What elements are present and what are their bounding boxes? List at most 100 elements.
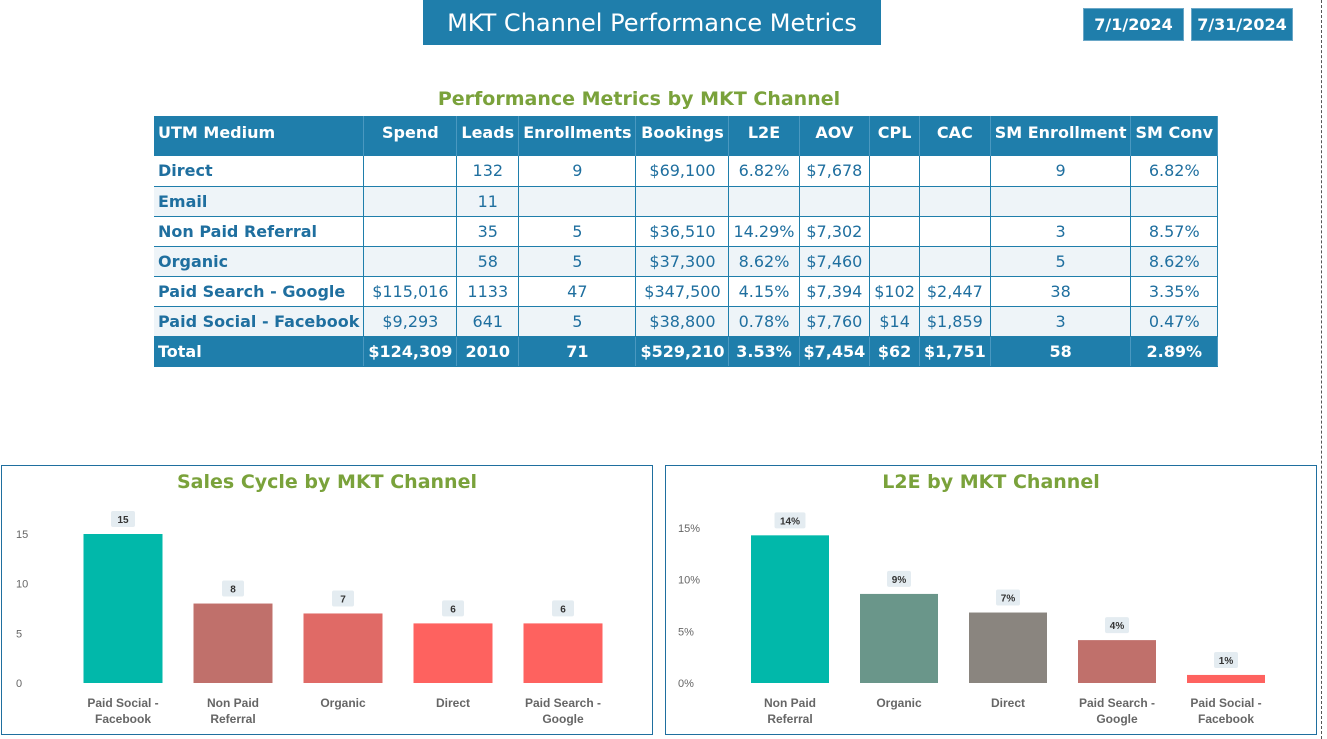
table-cell: 35: [456, 216, 520, 247]
table-cell: $38,800: [635, 306, 730, 337]
table-cell: 3: [990, 306, 1132, 337]
table-cell: 3.53%: [728, 336, 800, 367]
table-row[interactable]: Organic 58 5 $37,300 8.62% $7,460 5 8.62…: [154, 246, 1219, 277]
x-tick-label: Direct: [436, 696, 470, 710]
table-cell: 9: [990, 156, 1132, 187]
table-cell: Organic: [154, 246, 365, 277]
table-cell: 1133: [456, 276, 520, 307]
x-tick-label: Paid Search - Google: [1079, 696, 1155, 726]
x-tick-label: Non Paid Referral: [764, 696, 816, 726]
table-row[interactable]: Non Paid Referral 35 5 $36,510 14.29% $7…: [154, 216, 1219, 247]
bar: [1187, 674, 1265, 683]
x-tick-label: Paid Social - Facebook: [1190, 696, 1261, 726]
table-cell: 3.35%: [1130, 276, 1219, 307]
x-tick-label-line: Google: [1096, 712, 1138, 726]
table-cell: [363, 246, 458, 277]
x-tick-label-line: Non Paid: [207, 696, 259, 710]
table-cell: $124,309: [363, 336, 458, 367]
table-cell: $1,751: [919, 336, 991, 367]
table-row[interactable]: Paid Social - Facebook $9,293 641 5 $38,…: [154, 306, 1219, 337]
table-cell: [869, 186, 920, 217]
data-label: 7%: [1001, 594, 1016, 605]
column-header[interactable]: CAC: [919, 116, 991, 156]
bar: [969, 612, 1047, 683]
x-tick-label: Organic: [320, 696, 366, 710]
table-cell: Email: [154, 186, 365, 217]
table-cell: 8.62%: [728, 246, 800, 277]
table-cell: 8.62%: [1130, 246, 1219, 277]
bar: [860, 593, 938, 683]
metrics-table: UTM Medium Spend Leads Enrollments Booki…: [154, 116, 1219, 367]
bar: [1078, 640, 1156, 683]
bar: [193, 603, 273, 683]
table-row[interactable]: Paid Search - Google $115,016 1133 47 $3…: [154, 276, 1219, 307]
x-tick-label-line: Facebook: [1198, 712, 1254, 726]
column-header[interactable]: SM Enrollment: [990, 116, 1132, 156]
table-cell: $1,859: [919, 306, 991, 337]
table-cell: 11: [456, 186, 520, 217]
column-header[interactable]: Leads: [456, 116, 520, 156]
table-cell: 0.78%: [728, 306, 800, 337]
x-tick-label: Paid Social - Facebook: [87, 696, 158, 726]
table-cell: Non Paid Referral: [154, 216, 365, 247]
table-cell: $7,302: [799, 216, 871, 247]
table-cell: 9: [518, 156, 637, 187]
data-label: 14%: [780, 516, 800, 527]
x-tick-label-line: Organic: [876, 696, 922, 710]
sales-cycle-chart: 0 5 10 15 15 Paid Social - Facebook 8 Non Paid Re…: [16, 511, 603, 726]
table-row[interactable]: Direct 132 9 $69,100 6.82% $7,678 9 6.82…: [154, 156, 1219, 187]
table-cell: [919, 246, 991, 277]
table-cell: $7,760: [799, 306, 871, 337]
y-tick-label: 0: [16, 678, 22, 690]
column-header[interactable]: Spend: [363, 116, 458, 156]
column-header[interactable]: SM Conv: [1130, 116, 1219, 156]
bar: [303, 613, 383, 683]
table-cell: Paid Social - Facebook: [154, 306, 365, 337]
table-row[interactable]: Email 11: [154, 186, 1219, 217]
x-tick-label: Paid Search - Google: [525, 696, 601, 726]
table-cell: $7,460: [799, 246, 871, 277]
x-tick-label-line: Google: [542, 712, 584, 726]
y-tick-label: 5%: [678, 626, 694, 638]
column-header[interactable]: UTM Medium: [154, 116, 365, 156]
page-title: MKT Channel Performance Metrics: [423, 0, 881, 45]
table-total-row: Total $124,309 2010 71 $529,210 3.53% $7…: [154, 336, 1219, 367]
table-cell: [799, 186, 871, 217]
column-header[interactable]: CPL: [869, 116, 920, 156]
table-cell: 2.89%: [1130, 336, 1219, 367]
table-cell: Total: [154, 336, 365, 367]
l2e-chart-panel: L2E by MKT Channel 0% 5% 10% 15% 14% Non Paid…: [665, 465, 1317, 735]
table-cell: [363, 156, 458, 187]
y-tick-label: 15%: [678, 523, 700, 535]
date-end-filter[interactable]: 7/31/2024: [1191, 8, 1293, 41]
table-cell: $529,210: [635, 336, 730, 367]
x-tick-label: Non Paid Referral: [207, 696, 259, 726]
y-tick-label: 10%: [678, 575, 700, 587]
table-cell: [363, 216, 458, 247]
x-tick-label-line: Direct: [991, 696, 1025, 710]
data-label: 6: [450, 604, 456, 615]
y-tick-label: 15: [16, 529, 28, 541]
table-cell: 58: [990, 336, 1132, 367]
data-label: 6: [560, 604, 566, 615]
table-cell: 8.57%: [1130, 216, 1219, 247]
table-cell: $14: [869, 306, 920, 337]
table-cell: [1130, 186, 1219, 217]
table-cell: 58: [456, 246, 520, 277]
column-header[interactable]: Bookings: [635, 116, 730, 156]
table-header-row: UTM Medium Spend Leads Enrollments Booki…: [154, 116, 1219, 156]
x-tick-label: Direct: [991, 696, 1025, 710]
column-header[interactable]: Enrollments: [518, 116, 637, 156]
table-cell: [869, 246, 920, 277]
bar: [523, 623, 603, 683]
sales-cycle-chart-panel: Sales Cycle by MKT Channel 0 5 10 15 15 Paid …: [1, 465, 653, 735]
date-start-filter[interactable]: 7/1/2024: [1083, 8, 1184, 41]
table-cell: $37,300: [635, 246, 730, 277]
column-header[interactable]: L2E: [728, 116, 800, 156]
table-cell: [728, 186, 800, 217]
y-tick-label: 5: [16, 628, 22, 640]
table-cell: 5: [518, 216, 637, 247]
column-header[interactable]: AOV: [799, 116, 871, 156]
l2e-chart: 0% 5% 10% 15% 14% Non Paid Referral 9% Organic 7%…: [678, 512, 1265, 726]
x-tick-label-line: Facebook: [95, 712, 151, 726]
